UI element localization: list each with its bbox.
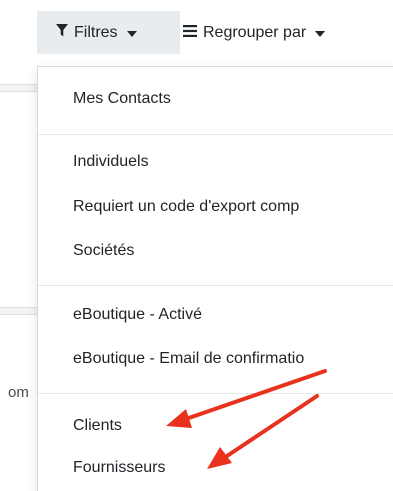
menu-divider <box>38 285 393 286</box>
group-by-button-label: Regrouper par <box>203 23 307 41</box>
menu-divider <box>38 134 393 135</box>
menu-item-code-export[interactable]: Requiert un code d'export comp <box>73 196 299 218</box>
menu-item-individuels[interactable]: Individuels <box>73 151 149 173</box>
funnel-icon <box>56 24 68 41</box>
caret-down-icon <box>315 30 326 37</box>
menu-item-eboutique-active[interactable]: eBoutique - Activé <box>73 304 202 326</box>
page: om Filtres Regrouper par Mes Contacts In… <box>0 0 393 491</box>
background-table-border <box>0 84 37 92</box>
filters-button[interactable]: Filtres <box>37 11 180 54</box>
menu-item-mes-contacts[interactable]: Mes Contacts <box>73 88 171 110</box>
menu-item-societes[interactable]: Sociétés <box>73 240 134 262</box>
menu-item-fournisseurs[interactable]: Fournisseurs <box>73 457 165 479</box>
menu-item-clients[interactable]: Clients <box>73 415 122 437</box>
background-table-border <box>0 307 37 315</box>
filters-dropdown-menu: Mes Contacts Individuels Requiert un cod… <box>37 66 393 491</box>
filters-button-label: Filtres <box>74 23 118 41</box>
background-partial-text: om <box>8 384 29 401</box>
group-by-button[interactable]: Regrouper par <box>180 11 393 54</box>
bars-icon <box>183 24 197 41</box>
caret-down-icon <box>126 30 137 37</box>
menu-divider <box>38 393 393 394</box>
menu-item-eboutique-email[interactable]: eBoutique - Email de confirmatio <box>73 348 304 370</box>
